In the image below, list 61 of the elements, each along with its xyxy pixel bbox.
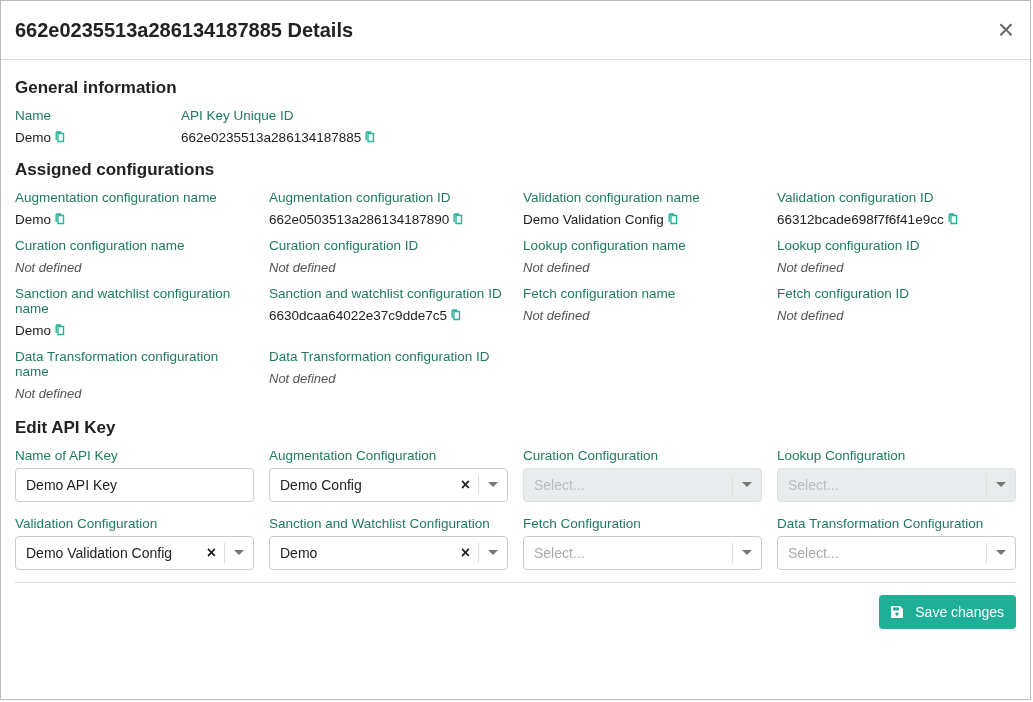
field-value: Not defined	[523, 308, 590, 323]
field-value: Demo	[15, 212, 51, 227]
field-label: Lookup Configuration	[777, 448, 907, 463]
section-heading: Assigned configurations	[15, 160, 216, 180]
field-label: API Key Unique ID	[181, 108, 295, 123]
field-label: Sanction and Watchlist Configuration	[269, 516, 491, 531]
close-button[interactable]: ×	[993, 16, 1018, 44]
dialog-title: 662e0235513a286134187885 Details	[15, 18, 354, 42]
field-label: Validation configuration ID	[777, 190, 935, 205]
field-value: Demo	[15, 130, 51, 145]
copy-icon[interactable]	[667, 213, 678, 225]
field-value: Demo Validation Config	[523, 212, 664, 227]
field-label: Data Transformation Configuration	[777, 516, 985, 531]
field-value: Not defined	[269, 371, 336, 386]
copy-icon[interactable]	[947, 213, 958, 225]
section-heading: Edit API Key	[15, 418, 117, 438]
field-value: 66312bcade698f7f6f41e9cc	[777, 212, 944, 227]
field-value: 662e0235513a286134187885	[181, 130, 362, 145]
field-label: Augmentation configuration name	[15, 190, 218, 205]
select-dropdown[interactable]: Demo ×	[269, 536, 508, 570]
field-value: Not defined	[777, 308, 844, 323]
copy-icon[interactable]	[365, 131, 376, 143]
field-value: Not defined	[15, 386, 82, 401]
name-input-field[interactable]: Demo API Key	[15, 468, 254, 502]
select-dropdown[interactable]: Demo Config ×	[269, 468, 508, 502]
field-label: Name of API Key	[15, 448, 119, 463]
clear-icon[interactable]: ×	[452, 476, 478, 494]
field-label: Data Transformation configuration ID	[269, 349, 491, 364]
field-label: Curation configuration ID	[269, 238, 420, 253]
field-label: Validation configuration name	[523, 190, 701, 205]
select-dropdown[interactable]: Demo Validation Config ×	[15, 536, 254, 570]
field-value: 6630dcaa64022e37c9dde7c5	[269, 308, 447, 323]
copy-icon[interactable]	[55, 131, 65, 143]
field-label: Lookup configuration name	[523, 238, 687, 253]
field-label: Sanction and watchlist configuration ID	[269, 286, 503, 301]
save-icon	[891, 606, 904, 618]
field-label: Fetch configuration name	[523, 286, 677, 301]
copy-icon[interactable]	[450, 309, 461, 321]
field-label: Sanction and watchlist configuration name	[15, 286, 232, 316]
field-label: Augmentation configuration ID	[269, 190, 452, 205]
clear-icon[interactable]: ×	[452, 544, 478, 562]
copy-icon[interactable]	[55, 324, 65, 336]
copy-icon[interactable]	[453, 213, 464, 225]
field-label: Fetch Configuration	[523, 516, 642, 531]
field-label: Curation Configuration	[523, 448, 660, 463]
field-label: Augmentation Configuration	[269, 448, 438, 463]
field-value: Not defined	[777, 260, 844, 275]
field-label: Name	[15, 108, 52, 123]
field-label: Validation Configuration	[15, 516, 159, 531]
copy-icon[interactable]	[55, 213, 65, 225]
section-heading: General information	[15, 78, 178, 98]
field-label: Lookup configuration ID	[777, 238, 921, 253]
field-value: 662e0503513a286134187890	[269, 212, 450, 227]
field-value: Demo	[15, 323, 51, 338]
field-value: Not defined	[15, 260, 82, 275]
field-label: Data Transformation configuration name	[15, 349, 220, 379]
clear-icon[interactable]: ×	[198, 544, 224, 562]
field-value: Not defined	[523, 260, 590, 275]
field-label: Curation configuration name	[15, 238, 186, 253]
field-label: Fetch configuration ID	[777, 286, 911, 301]
field-value: Not defined	[269, 260, 336, 275]
